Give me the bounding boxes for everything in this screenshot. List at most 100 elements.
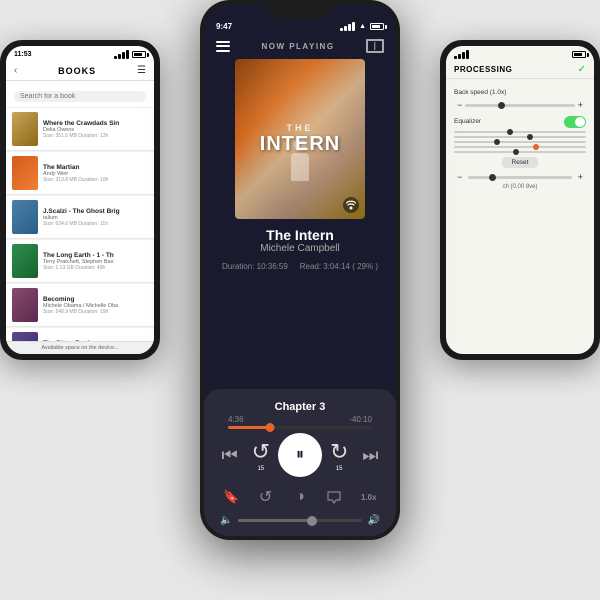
rewind-label: 15 [257, 466, 264, 472]
left-time: 11:53 [14, 51, 32, 58]
main-controls: ⏮ ↺ 15 ⏸ ↻ 15 ⏭ [214, 433, 386, 477]
pitch-plus-icon[interactable]: + [575, 172, 586, 182]
book-title: Becoming [43, 296, 148, 303]
book-cover-main: THE INTERN [235, 59, 365, 219]
time-remaining: -40:10 [349, 415, 372, 424]
eq-slider-3[interactable] [454, 141, 586, 143]
book-cover-thumb [12, 288, 38, 322]
volume-low-icon: 🔈 [220, 515, 232, 526]
book-icon[interactable] [366, 39, 384, 53]
skip-forward-button[interactable]: ⏭ [356, 441, 384, 469]
eq-slider-1[interactable] [454, 131, 586, 133]
repeat-button[interactable]: ↺ [254, 485, 278, 509]
left-phone: 11:53 ‹ BOOKS ☰ [0, 40, 160, 360]
eq-slider-2[interactable] [454, 136, 586, 138]
list-item[interactable]: Becoming Michele Obama / Michelle Oba Si… [6, 284, 154, 327]
track-author: Michele Campbell [204, 243, 396, 254]
back-arrow-icon[interactable]: ‹ [14, 65, 17, 76]
list-item[interactable]: The Martian Andy Weir Size: 313.8 MB Dur… [6, 152, 154, 195]
cover-main-text: INTERN [260, 133, 340, 155]
bookmark-button[interactable]: 🔖 [219, 485, 243, 509]
hamburger-btn[interactable]: ☰ [137, 65, 146, 76]
notch [265, 0, 335, 18]
time-row: 4:36 -40:10 [214, 413, 386, 426]
eq-slider-row [454, 131, 586, 133]
book-meta: Size: 548.9 MB Duration: 19h [43, 309, 148, 315]
right-phone: PROCESSING ✓ Back speed (1.0x) − + Equal… [440, 40, 600, 360]
check-icon[interactable]: ✓ [578, 64, 586, 75]
battery-icon [132, 51, 146, 58]
eq-toggle[interactable] [564, 116, 586, 128]
volume-row: 🔈 🔊 [214, 515, 386, 526]
center-signal-icon [340, 22, 355, 31]
brightness-button[interactable]: ◑ [288, 485, 312, 509]
speed-badge: 1.0x [361, 493, 377, 502]
chapter-label: Chapter 3 [214, 401, 386, 413]
forward-button[interactable]: ↻ [325, 438, 353, 466]
book-cover-thumb [12, 332, 38, 341]
right-phone-screen: PROCESSING ✓ Back speed (1.0x) − + Equal… [446, 46, 594, 354]
search-input[interactable] [14, 91, 146, 102]
book-info: Becoming Michele Obama / Michelle Oba Si… [43, 296, 148, 315]
book-list: Where the Crawdads Sin Delia Owens Size:… [6, 108, 154, 341]
equalizer-label: Equalizer [454, 118, 481, 125]
progress-thumb [265, 423, 274, 432]
center-phone: 9:47 ▲ NOW PLAYING [200, 0, 400, 540]
left-status-bar: 11:53 [6, 46, 154, 61]
right-battery-icon [572, 51, 586, 58]
book-cover-thumb [12, 244, 38, 278]
progress-bar[interactable] [214, 426, 386, 429]
right-title: PROCESSING [454, 65, 512, 74]
progress-track[interactable] [228, 426, 372, 429]
eq-slider-row [454, 151, 586, 153]
book-info: The Long Earth - 1 - Th Terry Pratchett,… [43, 252, 148, 271]
search-bar[interactable] [6, 81, 154, 108]
progress-fill [228, 426, 270, 429]
list-item[interactable]: The Bitter Earth A.R. Shaw Size: 151.6 M… [6, 328, 154, 341]
reset-button[interactable]: Reset [502, 157, 539, 168]
eq-slider-4[interactable] [454, 146, 586, 148]
play-pause-button[interactable]: ⏸ [278, 433, 322, 477]
pitch-row: − + [454, 172, 586, 182]
speed-slider[interactable] [465, 104, 574, 107]
pitch-slider[interactable] [468, 176, 571, 179]
duration-meta: Duration: 10:36:59 [222, 262, 288, 271]
book-title: The Martian [43, 164, 148, 171]
left-footer: Available space on the device... [6, 341, 154, 354]
book-cover-thumb [12, 200, 38, 234]
book-info: Where the Crawdads Sin Delia Owens Size:… [43, 120, 148, 139]
center-header: NOW PLAYING [204, 35, 396, 59]
speed-label: Back speed (1.0x) [454, 89, 586, 96]
forward-label: 15 [336, 466, 343, 472]
controls-panel: Chapter 3 4:36 -40:10 ⏮ ↺ 15 ⏸ [204, 389, 396, 536]
rewind-button[interactable]: ↺ [247, 438, 275, 466]
center-time: 9:47 [216, 22, 232, 31]
book-meta: Size: 351.6 MB Duration: 12h [43, 133, 148, 139]
left-phone-screen: 11:53 ‹ BOOKS ☰ [6, 46, 154, 354]
list-item[interactable]: Where the Crawdads Sin Delia Owens Size:… [6, 108, 154, 151]
eq-slider-row [454, 136, 586, 138]
list-item[interactable]: J.Scalzi - The Ghost Brig talium Size: 6… [6, 196, 154, 239]
list-item[interactable]: The Long Earth - 1 - Th Terry Pratchett,… [6, 240, 154, 283]
left-title: BOOKS [58, 66, 96, 76]
skip-back-button[interactable]: ⏮ [216, 441, 244, 469]
volume-high-icon: 🔊 [368, 515, 380, 526]
track-title: The Intern [204, 227, 396, 243]
speed-button[interactable]: 1.0x [357, 485, 381, 509]
pitch-label: ch (0.00 8ve) [454, 184, 586, 190]
minus-icon[interactable]: − [454, 100, 465, 110]
menu-icon[interactable] [216, 41, 230, 52]
volume-thumb [307, 516, 317, 526]
eq-slider-row [454, 141, 586, 143]
signal-icon [114, 50, 129, 59]
now-playing-label: NOW PLAYING [261, 42, 334, 51]
wifi-icon: ▲ [359, 23, 366, 30]
plus-icon[interactable]: + [575, 100, 586, 110]
eq-slider-5[interactable] [454, 151, 586, 153]
pitch-minus-icon[interactable]: − [454, 172, 465, 182]
pause-icon: ⏸ [296, 446, 304, 464]
airplay-button[interactable] [322, 485, 346, 509]
cover-the-text: THE [287, 123, 314, 133]
right-content: Back speed (1.0x) − + Equalizer [446, 79, 594, 354]
volume-slider[interactable] [238, 519, 361, 522]
